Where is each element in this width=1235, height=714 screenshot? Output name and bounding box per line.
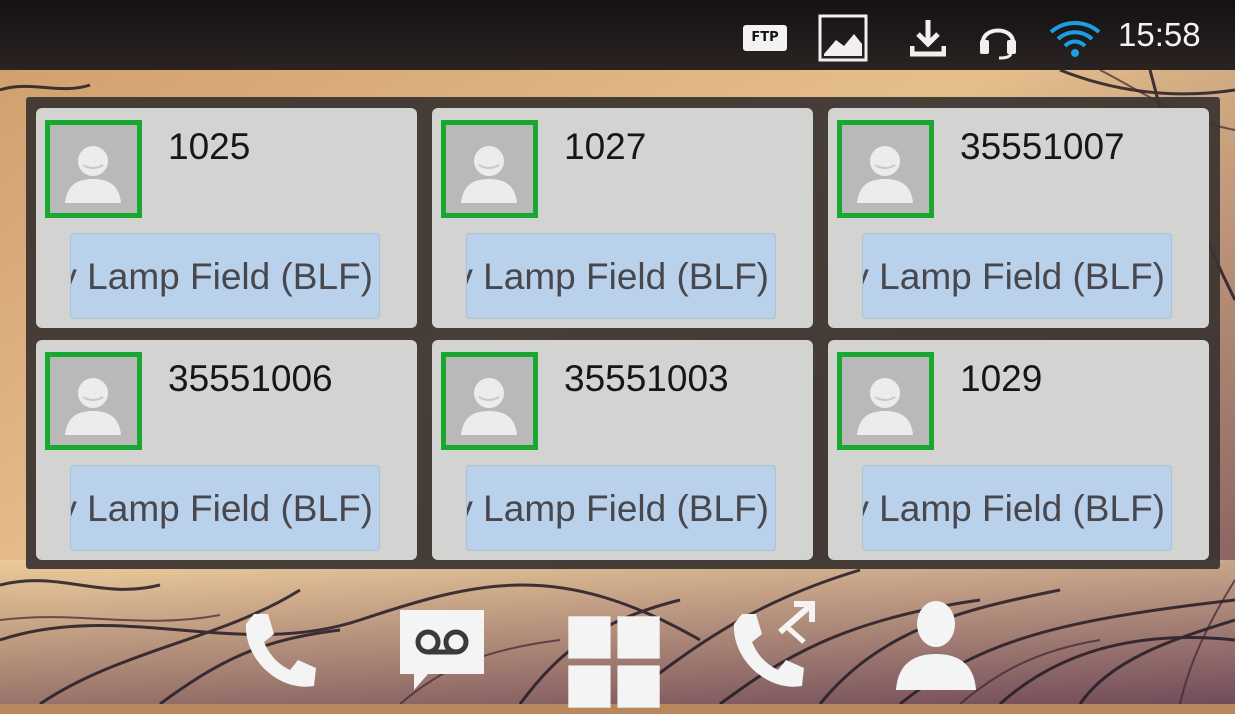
blf-button[interactable]: Busy Lamp Field (BLF) [862,465,1172,551]
contact-avatar-icon [45,352,142,450]
blf-card: 35551003 Busy Lamp Field (BLF) [432,340,813,560]
apps-grid-icon[interactable] [566,610,662,714]
blf-button-label: Busy Lamp Field (BLF) [467,256,769,297]
contact-number: 35551007 [960,126,1125,167]
contact-number: 1025 [168,126,251,167]
blf-button[interactable]: Busy Lamp Field (BLF) [466,233,776,319]
blf-button[interactable]: Busy Lamp Field (BLF) [70,465,380,551]
contact-number: 1027 [564,126,647,167]
ftp-icon: FTP [743,25,787,51]
contact-number: 1029 [960,358,1043,399]
blf-button[interactable]: Busy Lamp Field (BLF) [70,233,380,319]
call-transfer-icon[interactable] [728,596,824,700]
blf-button-label: Busy Lamp Field (BLF) [863,488,1165,529]
blf-button[interactable]: Busy Lamp Field (BLF) [862,233,1172,319]
blf-button-label: Busy Lamp Field (BLF) [467,488,769,529]
phone-icon[interactable] [230,596,326,700]
status-clock: 15:58 [1118,16,1201,53]
contact-avatar-icon [837,352,934,450]
blf-card: 35551007 Busy Lamp Field (BLF) [828,108,1209,328]
blf-card: 1025 Busy Lamp Field (BLF) [36,108,417,328]
blf-button-label: Busy Lamp Field (BLF) [71,256,373,297]
blf-card: 1027 Busy Lamp Field (BLF) [432,108,813,328]
blf-card: 1029 Busy Lamp Field (BLF) [828,340,1209,560]
wifi-icon [1049,21,1101,57]
image-icon [818,14,868,62]
blf-panel: 1025 Busy Lamp Field (BLF) 1027 Busy Lam… [26,97,1220,569]
voicemail-icon[interactable] [394,602,490,706]
blf-card: 35551006 Busy Lamp Field (BLF) [36,340,417,560]
blf-button-label: Busy Lamp Field (BLF) [863,256,1165,297]
dock [0,596,1235,708]
contact-number: 35551006 [168,358,333,399]
contact-avatar-icon [45,120,142,218]
contact-avatar-icon [441,120,538,218]
contact-avatar-icon [837,120,934,218]
download-icon [910,20,946,57]
contact-avatar-icon [441,352,538,450]
contacts-icon[interactable] [888,596,984,700]
contact-number: 35551003 [564,358,729,399]
blf-button[interactable]: Busy Lamp Field (BLF) [466,465,776,551]
headset-icon [980,28,1016,60]
status-bar: FTP 15:58 [0,0,1235,70]
blf-button-label: Busy Lamp Field (BLF) [71,488,373,529]
